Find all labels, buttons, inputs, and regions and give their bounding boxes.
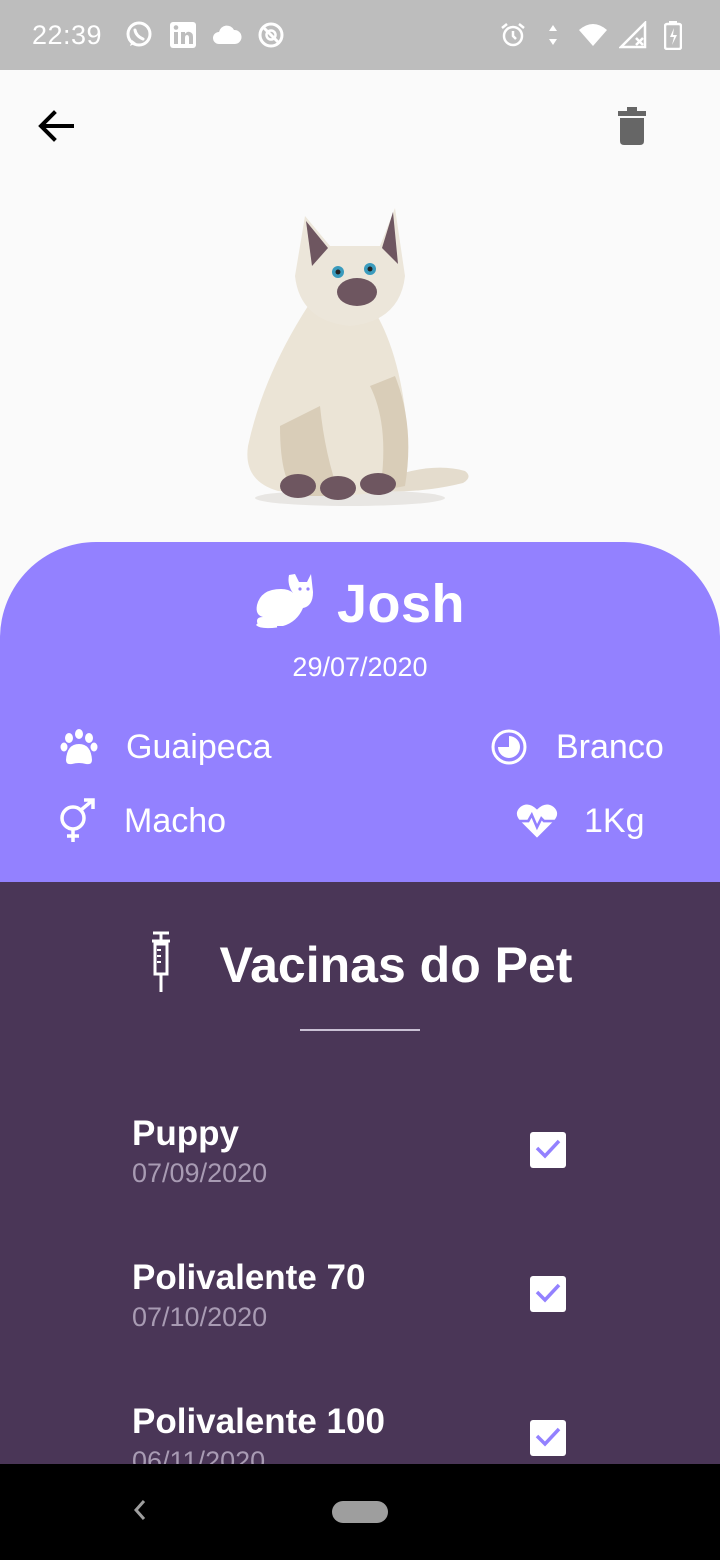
status-bar: 22:39 bbox=[0, 0, 720, 70]
check-icon bbox=[534, 1281, 562, 1308]
nav-home-button[interactable] bbox=[332, 1501, 388, 1523]
back-button[interactable] bbox=[28, 100, 84, 156]
check-icon bbox=[534, 1425, 562, 1452]
pet-sex-value: Macho bbox=[124, 801, 227, 840]
trash-icon bbox=[617, 106, 647, 150]
app-bar bbox=[0, 70, 720, 182]
screen: 22:39 Josh 29/07/2020 Guaipeca Branco Ma… bbox=[0, 0, 720, 1560]
data-arrows-icon bbox=[538, 20, 568, 50]
cloud-icon bbox=[212, 20, 242, 50]
gender-icon bbox=[56, 798, 98, 842]
status-left-icons bbox=[124, 20, 286, 50]
vaccine-date: 06/11/2020 bbox=[132, 1446, 266, 1464]
check-icon bbox=[534, 1137, 562, 1164]
pet-info-card: Josh 29/07/2020 Guaipeca Branco Macho 1K… bbox=[0, 542, 720, 882]
signal-icon bbox=[618, 20, 648, 50]
vaccine-checkbox[interactable] bbox=[530, 1276, 566, 1312]
vaccine-item: Polivalente 100 06/11/2020 bbox=[132, 1402, 592, 1464]
vaccine-name: Polivalente 100 bbox=[132, 1402, 385, 1441]
vaccine-checkbox[interactable] bbox=[530, 1420, 566, 1456]
alarm-icon bbox=[498, 20, 528, 50]
chevron-left-icon bbox=[132, 1498, 148, 1527]
color-palette-icon bbox=[488, 726, 530, 768]
status-right-icons bbox=[498, 20, 688, 50]
vaccine-item: Polivalente 70 07/10/2020 bbox=[132, 1258, 592, 1368]
vaccine-date: 07/10/2020 bbox=[132, 1302, 268, 1332]
pet-weight: 1Kg bbox=[516, 800, 645, 842]
wifi-icon bbox=[578, 20, 608, 50]
pet-name: Josh bbox=[336, 573, 466, 634]
navigation-bar bbox=[0, 1464, 720, 1560]
pet-birth-date: 29/07/2020 bbox=[292, 652, 428, 682]
vaccines-title: Vacinas do Pet bbox=[219, 936, 573, 993]
vaccine-name: Puppy bbox=[132, 1114, 239, 1153]
vaccine-item: Puppy 07/09/2020 bbox=[132, 1114, 592, 1224]
pet-image bbox=[220, 196, 480, 516]
pet-color: Branco bbox=[488, 726, 664, 768]
vaccine-date: 07/09/2020 bbox=[132, 1158, 268, 1188]
pet-name-row: Josh bbox=[0, 572, 720, 635]
vaccines-section: Vacinas do Pet Puppy 07/09/2020 Polivale… bbox=[0, 882, 720, 1464]
battery-icon bbox=[658, 20, 688, 50]
vaccine-checkbox[interactable] bbox=[530, 1132, 566, 1168]
status-time: 22:39 bbox=[32, 19, 103, 50]
arrow-back-icon bbox=[36, 108, 76, 149]
pet-weight-value: 1Kg bbox=[584, 801, 645, 840]
pet-breed-value: Guaipeca bbox=[126, 727, 272, 766]
nav-back-button[interactable] bbox=[120, 1492, 160, 1532]
vaccine-name: Polivalente 70 bbox=[132, 1258, 366, 1297]
paw-icon bbox=[58, 726, 100, 768]
do-not-disturb-icon bbox=[256, 20, 286, 50]
heartbeat-icon bbox=[516, 800, 558, 842]
delete-button[interactable] bbox=[604, 100, 660, 156]
vaccines-header: Vacinas do Pet bbox=[0, 930, 720, 999]
linkedin-icon bbox=[168, 20, 198, 50]
pet-sex: Macho bbox=[56, 798, 227, 842]
pet-color-value: Branco bbox=[556, 727, 664, 766]
cat-icon bbox=[255, 572, 319, 635]
whatsapp-icon bbox=[124, 20, 154, 50]
syringe-icon bbox=[148, 930, 174, 999]
title-divider bbox=[300, 1029, 420, 1031]
pet-breed: Guaipeca bbox=[58, 726, 272, 768]
